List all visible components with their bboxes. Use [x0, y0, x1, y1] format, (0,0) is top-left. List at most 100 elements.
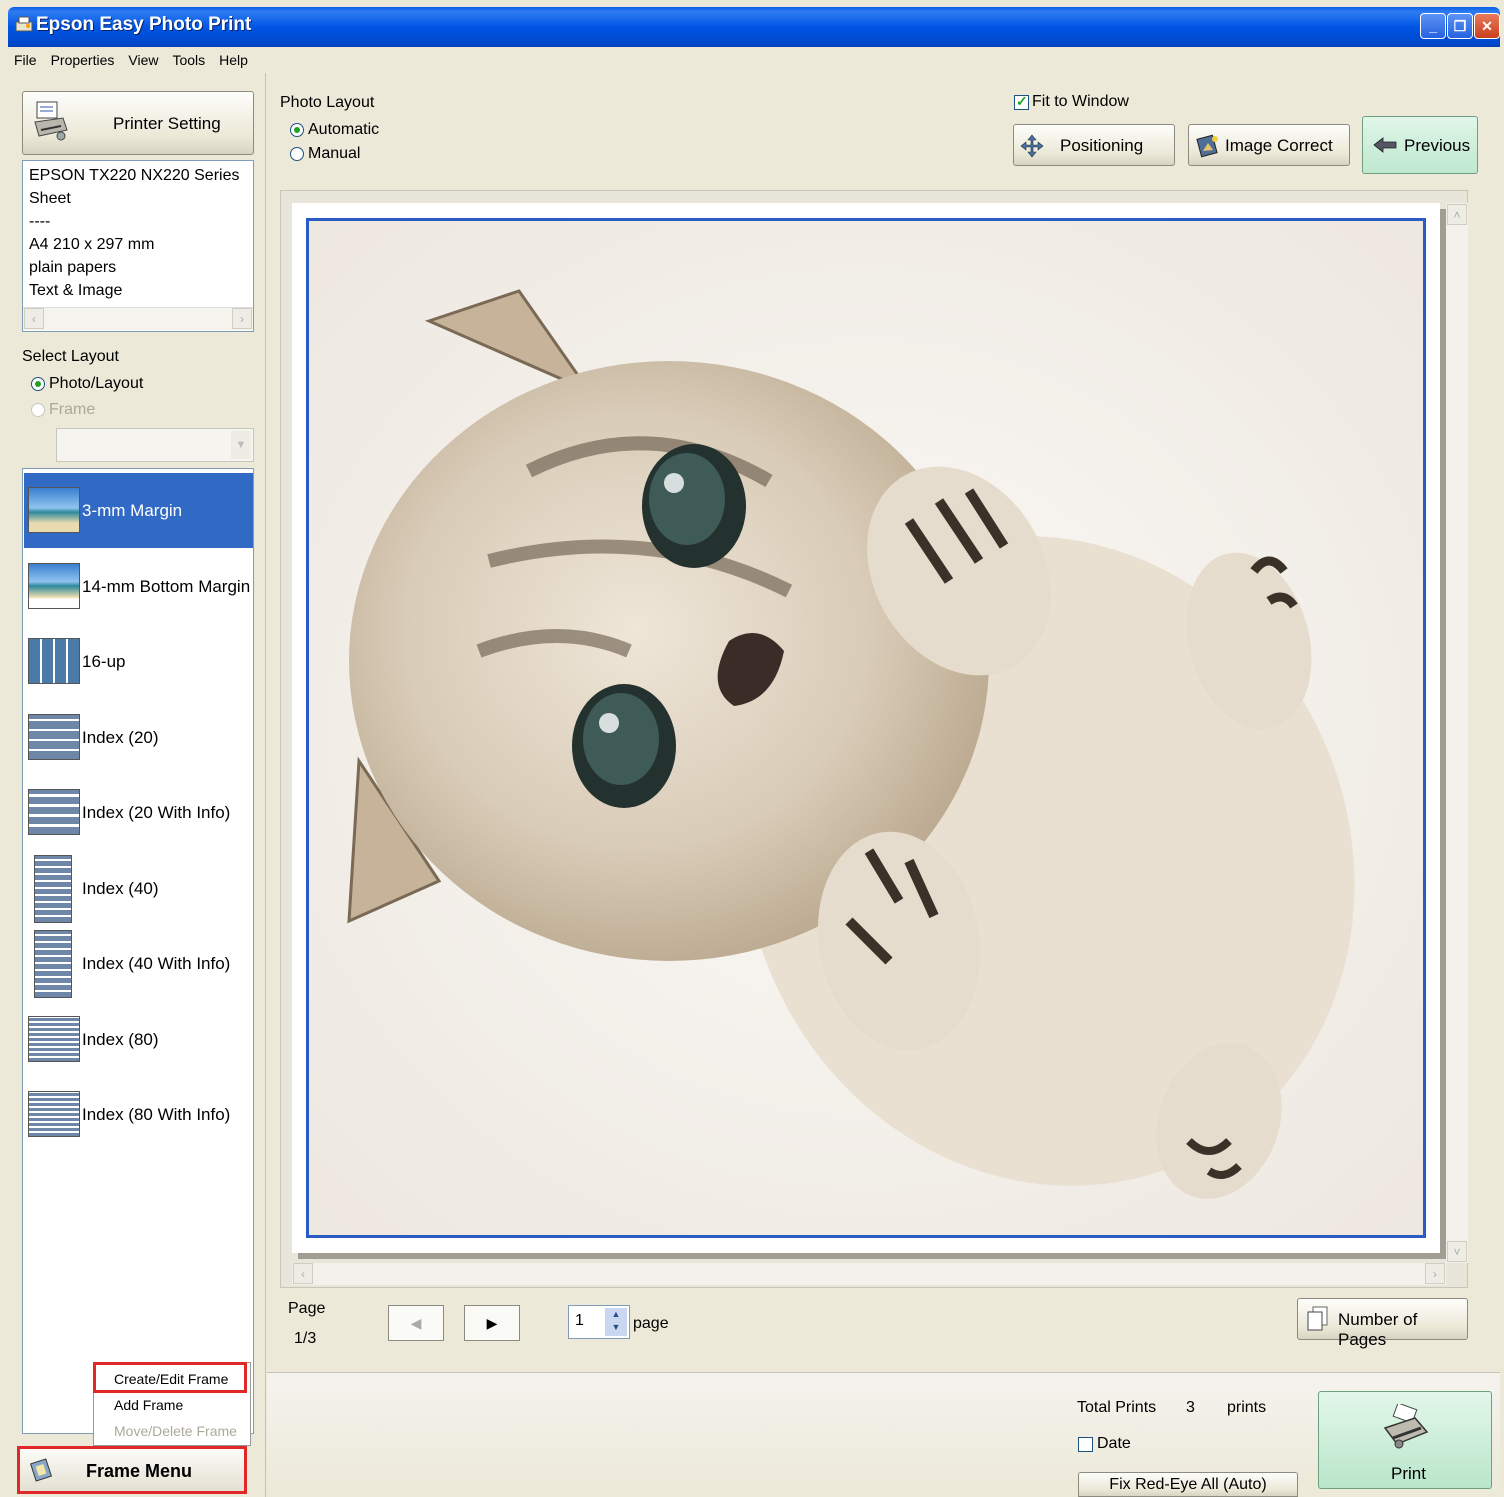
automatic-radio[interactable]: [290, 123, 304, 137]
layout-item-label: 3-mm Margin: [82, 501, 183, 520]
layout-item-index-80[interactable]: Index (80): [24, 1002, 253, 1077]
image-correct-icon: [1195, 133, 1221, 164]
bottom-bar: [267, 1372, 1500, 1497]
printer-setting-label: Printer Setting: [113, 114, 221, 133]
scroll-left-icon[interactable]: ‹: [24, 308, 44, 329]
image-correct-label: Image Correct: [1225, 136, 1333, 155]
menu-file[interactable]: File: [14, 52, 37, 68]
page-input[interactable]: 1: [575, 1312, 584, 1330]
spin-arrows-icon[interactable]: ▲ ▼: [605, 1308, 627, 1336]
scroll-down-icon[interactable]: ˅: [1447, 1241, 1467, 1262]
arrow-left-icon: [1373, 137, 1397, 158]
number-of-pages-label: Number of Pages: [1338, 1310, 1418, 1349]
photo-layout-radio-label: Photo/Layout: [49, 375, 144, 392]
close-button[interactable]: ✕: [1474, 13, 1500, 39]
menu-bar: File Properties View Tools Help: [8, 47, 1500, 73]
add-frame-item[interactable]: Add Frame: [114, 1397, 183, 1413]
number-of-pages-button[interactable]: Number of Pages: [1297, 1298, 1468, 1349]
index-thumbnail-icon: [28, 1091, 80, 1137]
preview-vertical-scrollbar[interactable]: ˄ ˅: [1446, 203, 1468, 1263]
restore-button[interactable]: ❐: [1447, 13, 1473, 39]
previous-button[interactable]: Previous: [1362, 116, 1478, 174]
print-button[interactable]: Print: [1318, 1391, 1492, 1489]
printer-icon: [1381, 1402, 1431, 1455]
date-label: Date: [1097, 1435, 1131, 1452]
layout-item-label: Index (80 With Info): [82, 1105, 231, 1124]
fit-to-window-label: Fit to Window: [1032, 93, 1129, 110]
move-delete-frame-item: Move/Delete Frame: [114, 1423, 237, 1439]
frame-select[interactable]: ▼: [56, 428, 254, 462]
print-label: Print: [1391, 1464, 1426, 1483]
window-title: Epson Easy Photo Print: [36, 14, 252, 35]
menu-help[interactable]: Help: [219, 52, 248, 68]
fix-red-eye-button[interactable]: Fix Red-Eye All (Auto): [1078, 1472, 1298, 1497]
layout-item-index-80-with-info[interactable]: Index (80 With Info): [24, 1077, 253, 1152]
frame-menu-button[interactable]: Frame Menu: [17, 1446, 247, 1494]
grid-thumbnail-icon: [28, 638, 80, 684]
layout-item-3mm-margin[interactable]: 3-mm Margin: [24, 473, 253, 548]
total-prints-value: 3: [1186, 1399, 1195, 1416]
page-indicator: 1/3: [294, 1330, 317, 1347]
layout-item-label: Index (20): [82, 728, 159, 747]
page-label: Page: [288, 1300, 326, 1317]
landscape-thumbnail-icon: [28, 487, 80, 533]
printer-info-line: ----: [29, 213, 51, 230]
chevron-down-icon[interactable]: ▼: [231, 431, 251, 459]
next-page-button[interactable]: ▶: [464, 1305, 520, 1341]
layout-item-label: Index (20 With Info): [82, 803, 231, 822]
manual-radio-label: Manual: [308, 145, 361, 162]
menu-view[interactable]: View: [128, 52, 158, 68]
positioning-button[interactable]: Positioning: [1013, 124, 1175, 166]
page-spinner[interactable]: 1 ▲ ▼: [568, 1305, 630, 1339]
fit-to-window-checkbox[interactable]: [1014, 93, 1029, 110]
scroll-up-icon[interactable]: ˄: [1447, 204, 1467, 225]
printer-info-line: Text & Image: [29, 282, 123, 299]
menu-properties[interactable]: Properties: [51, 52, 115, 68]
triangle-right-icon: ▶: [486, 1314, 498, 1331]
prev-page-button[interactable]: ◀: [388, 1305, 444, 1341]
triangle-left-icon: ◀: [410, 1314, 422, 1331]
printer-info-line: Sheet: [29, 190, 71, 207]
fix-red-eye-label: Fix Red-Eye All (Auto): [1109, 1475, 1267, 1493]
preview-horizontal-scrollbar[interactable]: ‹ ›: [292, 1263, 1446, 1285]
layout-item-label: Index (40 With Info): [82, 954, 231, 973]
layout-item-index-20-with-info[interactable]: Index (20 With Info): [24, 775, 253, 850]
photo-layout-label: Photo Layout: [280, 94, 375, 111]
layout-item-label: 16-up: [82, 652, 126, 671]
create-edit-frame-highlight: [93, 1362, 247, 1393]
menu-tools[interactable]: Tools: [172, 52, 205, 68]
index-thumbnail-icon: [28, 714, 80, 760]
total-prints-label: Total Prints: [1077, 1399, 1157, 1416]
frame-menu-label: Frame Menu: [86, 1461, 193, 1481]
image-correct-button[interactable]: Image Correct: [1188, 124, 1350, 166]
kitten-photo: [309, 221, 1423, 1235]
layout-item-index-40[interactable]: Index (40): [24, 851, 253, 926]
index-thumbnail-icon: [34, 855, 72, 923]
previous-label: Previous: [1404, 136, 1471, 155]
layout-item-index-20[interactable]: Index (20): [24, 700, 253, 775]
positioning-label: Positioning: [1060, 136, 1144, 155]
pages-icon: [1304, 1305, 1330, 1338]
minimize-button[interactable]: _: [1420, 13, 1446, 39]
scroll-right-icon[interactable]: ›: [232, 308, 252, 329]
printer-settings-icon: [31, 100, 71, 149]
photo-preview[interactable]: [306, 218, 1426, 1238]
layout-item-index-40-with-info[interactable]: Index (40 With Info): [24, 926, 253, 1001]
photo-layout-radio[interactable]: [31, 377, 45, 391]
frame-icon: [29, 1457, 54, 1488]
printer-info-scrollbar[interactable]: ‹ ›: [23, 307, 253, 330]
date-checkbox[interactable]: [1078, 1437, 1093, 1452]
manual-radio[interactable]: [290, 147, 304, 161]
printer-setting-button[interactable]: Printer Setting: [22, 91, 254, 155]
layout-item-14mm-bottom-margin[interactable]: 14-mm Bottom Margin: [24, 549, 253, 624]
layout-item-label: 14-mm Bottom Margin: [82, 577, 251, 596]
frame-radio[interactable]: [31, 403, 45, 417]
scroll-right-icon[interactable]: ›: [1425, 1263, 1445, 1284]
layout-item-16-up[interactable]: 16-up: [24, 624, 253, 699]
move-arrows-icon: [1020, 134, 1044, 163]
frame-radio-label: Frame: [49, 401, 96, 418]
page-unit-label: page: [633, 1315, 669, 1332]
printer-info-line: EPSON TX220 NX220 Series: [29, 167, 240, 184]
scroll-left-icon[interactable]: ‹: [293, 1263, 313, 1284]
layout-list[interactable]: 3-mm Margin 14-mm Bottom Margin 16-up In…: [22, 468, 254, 1434]
